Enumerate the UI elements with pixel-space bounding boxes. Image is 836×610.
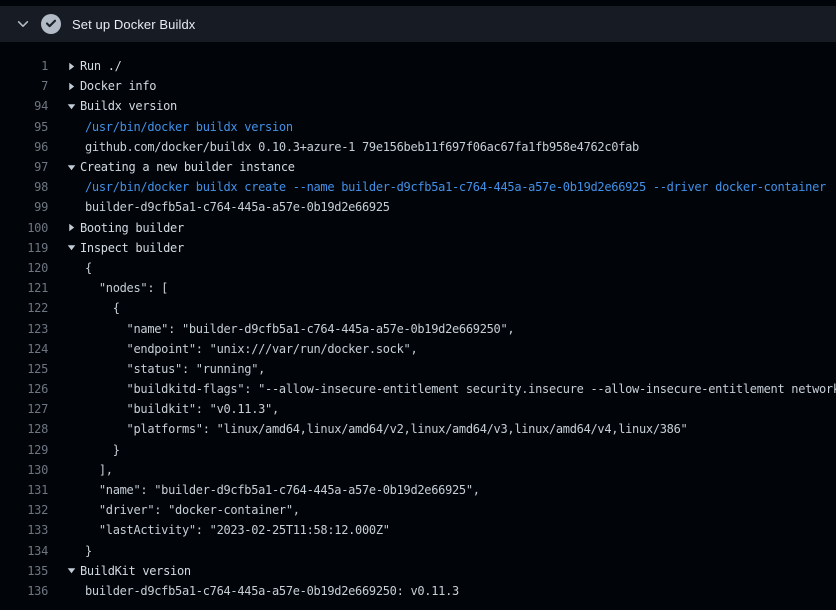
line-number[interactable]: 94 [0,99,48,113]
line-number[interactable]: 133 [0,523,48,537]
line-number[interactable]: 126 [0,382,48,396]
log-command-text: /usr/bin/docker buildx version [85,120,293,134]
log-line: 133 "lastActivity": "2023-02-25T11:58:12… [0,520,836,540]
triangle-down-icon [67,163,80,172]
log-line: 131 "name": "builder-d9cfb5a1-c764-445a-… [0,480,836,500]
log-command-text: /usr/bin/docker buildx create --name bui… [85,180,826,194]
log-output-text: "name": "builder-d9cfb5a1-c764-445a-a57e… [85,322,514,336]
line-number[interactable]: 100 [0,221,48,235]
step-title: Set up Docker Buildx [72,17,195,32]
log-line: 124 "endpoint": "unix:///var/run/docker.… [0,339,836,359]
log-line: 132 "driver": "docker-container", [0,500,836,520]
log-group-title[interactable]: Creating a new builder instance [80,160,295,174]
log-line: 123 "name": "builder-d9cfb5a1-c764-445a-… [0,318,836,338]
line-number[interactable]: 1 [0,59,48,73]
log-line: 134} [0,541,836,561]
log-output-text: "lastActivity": "2023-02-25T11:58:12.000… [85,523,390,537]
log-group-line: 97 Creating a new builder instance [0,157,836,177]
triangle-down-icon [67,566,80,575]
log-output-text: "buildkit": "v0.11.3", [85,402,279,416]
log-output-text: ], [85,463,113,477]
log-line: 120 { [0,258,836,278]
log-line: 126 "buildkitd-flags": "--allow-insecure… [0,379,836,399]
line-number[interactable]: 135 [0,564,48,578]
log-line: 129 } [0,440,836,460]
log-group-title[interactable]: Booting builder [80,221,184,235]
check-circle-icon [41,14,61,34]
triangle-down-icon [67,102,80,111]
line-number[interactable]: 122 [0,301,48,315]
log-group-title[interactable]: Docker info [80,79,156,93]
log-line: 95/usr/bin/docker buildx version [0,117,836,137]
log-group-line: 94 Buildx version [0,96,836,116]
line-number[interactable]: 95 [0,120,48,134]
log-line: 136 builder-d9cfb5a1-c764-445a-a57e-0b19d… [0,581,836,601]
triangle-down-icon [67,243,80,252]
line-number[interactable]: 119 [0,241,48,255]
line-number[interactable]: 124 [0,342,48,356]
log-output-text: "endpoint": "unix:///var/run/docker.sock… [85,342,417,356]
triangle-right-icon [67,82,80,91]
line-number[interactable]: 98 [0,180,48,194]
log-group-line: 119 Inspect builder [0,238,836,258]
line-number[interactable]: 121 [0,281,48,295]
log-area: 1 Run ./ 7 Docker info 94 Buildx version 95/us… [0,42,836,601]
line-number[interactable]: 123 [0,322,48,336]
log-output-text: builder-d9cfb5a1-c764-445a-a57e-0b19d2e6… [85,584,459,598]
line-number[interactable]: 96 [0,140,48,154]
line-number[interactable]: 120 [0,261,48,275]
log-line: 130 ], [0,460,836,480]
line-number[interactable]: 134 [0,544,48,558]
log-group-title[interactable]: BuildKit version [80,564,191,578]
log-output-text: "status": "running", [85,362,265,376]
log-line: 121 "nodes": [ [0,278,836,298]
log-group-title[interactable]: Run ./ [80,59,122,73]
chevron-down-icon[interactable] [16,17,30,31]
log-output-text: "buildkitd-flags": "--allow-insecure-ent… [85,382,836,396]
log-group-title[interactable]: Buildx version [80,99,177,113]
line-number[interactable]: 97 [0,160,48,174]
line-number[interactable]: 99 [0,200,48,214]
line-number[interactable]: 131 [0,483,48,497]
line-number[interactable]: 125 [0,362,48,376]
log-group-line: 135 BuildKit version [0,561,836,581]
log-output-text: "name": "builder-d9cfb5a1-c764-445a-a57e… [85,483,480,497]
log-line: 125 "status": "running", [0,359,836,379]
log-line: 96 github.com/docker/buildx 0.10.3+azure-… [0,137,836,157]
log-line: 127 "buildkit": "v0.11.3", [0,399,836,419]
log-group-line: 1 Run ./ [0,56,836,76]
log-line: 122 { [0,298,836,318]
log-output-text: } [85,544,92,558]
log-group-line: 7 Docker info [0,76,836,96]
log-output-text: github.com/docker/buildx 0.10.3+azure-1 … [85,140,639,154]
log-output-text: builder-d9cfb5a1-c764-445a-a57e-0b19d2e6… [85,200,390,214]
line-number[interactable]: 7 [0,79,48,93]
log-output-text: "driver": "docker-container", [85,503,300,517]
log-output-text: { [85,301,120,315]
log-group-line: 100 Booting builder [0,218,836,238]
log-line: 99 builder-d9cfb5a1-c764-445a-a57e-0b19d2… [0,197,836,217]
line-number[interactable]: 130 [0,463,48,477]
log-output-text: { [85,261,92,275]
log-output-text: } [85,443,120,457]
line-number[interactable]: 129 [0,443,48,457]
log-output-text: "platforms": "linux/amd64,linux/amd64/v2… [85,422,687,436]
triangle-right-icon [67,223,80,232]
log-group-title[interactable]: Inspect builder [80,241,184,255]
log-output-text: "nodes": [ [85,281,168,295]
line-number[interactable]: 127 [0,402,48,416]
line-number[interactable]: 128 [0,422,48,436]
log-line: 128 "platforms": "linux/amd64,linux/amd6… [0,419,836,439]
line-number[interactable]: 132 [0,503,48,517]
step-header[interactable]: Set up Docker Buildx [0,6,836,42]
triangle-right-icon [67,62,80,71]
line-number[interactable]: 136 [0,584,48,598]
log-line: 98/usr/bin/docker buildx create --name b… [0,177,836,197]
actions-log-viewer: Set up Docker Buildx 1 Run ./ 7 Docker info… [0,6,836,601]
